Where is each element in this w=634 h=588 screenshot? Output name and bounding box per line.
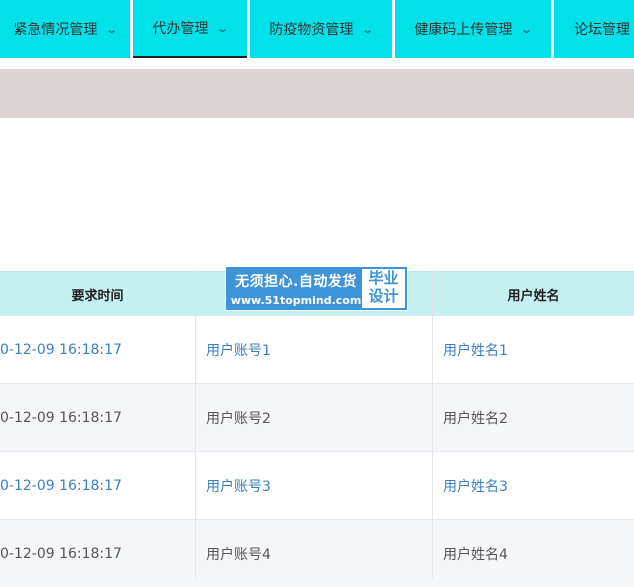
cell-account[interactable]: 用户账号1 xyxy=(206,316,271,384)
nav-item-label: 论坛管理 xyxy=(574,22,630,38)
nav-item-health-code[interactable]: 健康码上传管理 ⌄ xyxy=(395,0,551,58)
watermark-logo: 无须担心.自动发货 www.51topmind.com 毕业 设计 xyxy=(225,266,408,311)
nav-item-supplies[interactable]: 防疫物资管理 ⌄ xyxy=(250,0,392,58)
column-header-name: 用户姓名 xyxy=(507,288,560,304)
table-row: 0-12-09 16:18:17 用户账号1 用户姓名1 xyxy=(0,315,634,383)
nav-item-label: 防疫物资管理 xyxy=(269,22,354,38)
chevron-down-icon: ⌄ xyxy=(361,22,375,36)
cell-time: 0-12-09 16:18:17 xyxy=(0,342,122,358)
nav-item-label: 紧急情况管理 xyxy=(13,22,98,38)
cell-name[interactable]: 用户姓名1 xyxy=(443,316,508,384)
column-header-time: 要求时间 xyxy=(71,288,124,304)
cell-account[interactable]: 用户账号3 xyxy=(206,452,271,520)
column-divider xyxy=(195,271,196,578)
chevron-down-icon: ⌄ xyxy=(105,22,119,36)
watermark-url: www.51topmind.com xyxy=(230,294,362,307)
banner-band xyxy=(0,69,634,118)
cell-name[interactable]: 用户姓名3 xyxy=(443,452,508,520)
nav-item-forum[interactable]: 论坛管理 xyxy=(554,0,634,58)
table-row: 0-12-09 16:18:17 用户账号2 用户姓名2 xyxy=(0,383,634,451)
chevron-down-icon: ⌄ xyxy=(216,21,230,35)
nav-item-emergency[interactable]: 紧急情况管理 ⌄ xyxy=(0,0,130,58)
table-row: 0-12-09 16:18:17 用户账号3 用户姓名3 xyxy=(0,451,634,519)
column-divider xyxy=(432,271,433,578)
nav-item-todo[interactable]: 代办管理 ⌄ xyxy=(133,0,247,58)
nav-item-label: 代办管理 xyxy=(152,21,209,37)
cell-time: 0-12-09 16:18:17 xyxy=(0,410,122,426)
watermark-badge: 毕业 设计 xyxy=(362,269,405,308)
watermark-badge-line1: 毕业 xyxy=(368,269,399,287)
watermark-slogan: 无须担心.自动发货 xyxy=(235,274,357,290)
watermark-badge-line2: 设计 xyxy=(368,287,399,305)
cell-name: 用户姓名2 xyxy=(443,411,508,427)
table-row: 0-12-09 16:18:17 用户账号4 用户姓名4 xyxy=(0,519,634,587)
nav-item-label: 健康码上传管理 xyxy=(414,22,513,38)
cell-time: 0-12-09 16:18:17 xyxy=(0,478,122,494)
top-nav: 紧急情况管理 ⌄ 代办管理 ⌄ 防疫物资管理 ⌄ 健康码上传管理 ⌄ 论坛管理 xyxy=(0,0,634,58)
cell-account: 用户账号2 xyxy=(206,411,271,427)
chevron-down-icon: ⌄ xyxy=(520,22,534,36)
